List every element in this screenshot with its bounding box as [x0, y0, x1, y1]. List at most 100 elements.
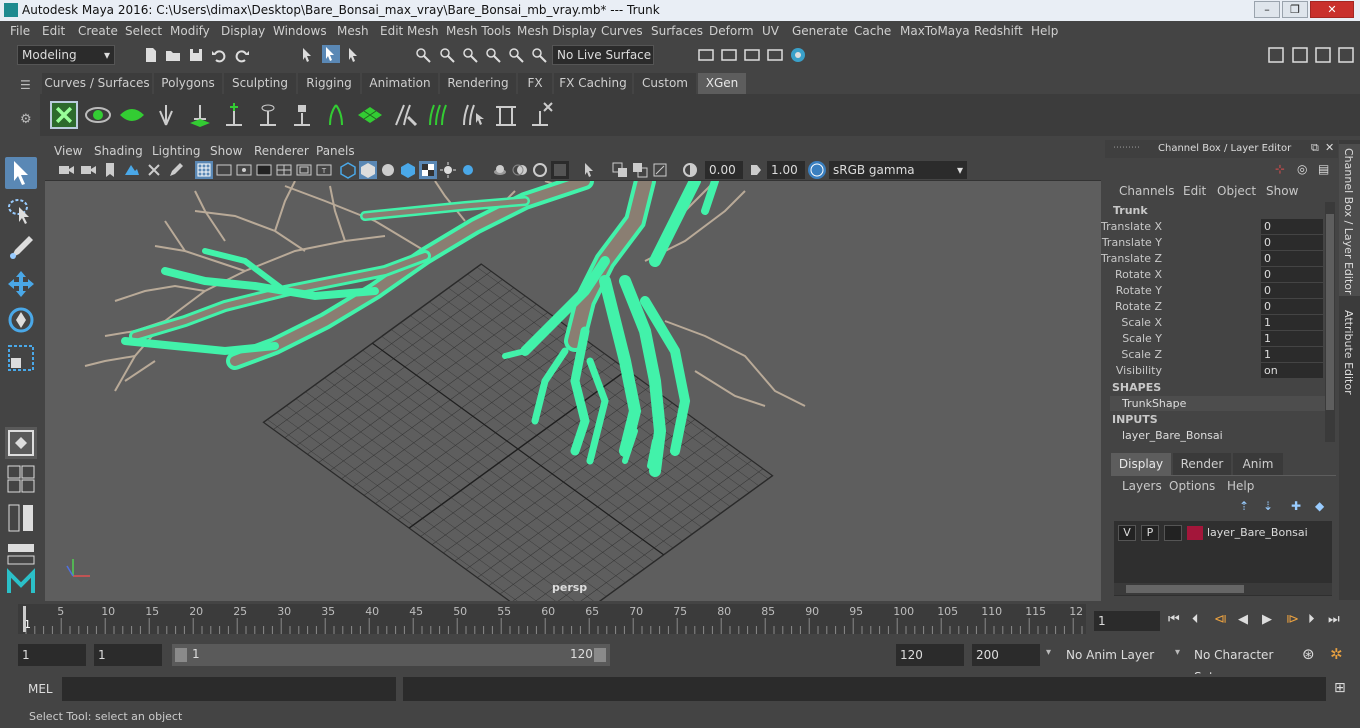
xgen-groom-tool-icon[interactable] [390, 101, 418, 129]
tool-settings-icon[interactable] [1314, 46, 1332, 64]
current-time-field[interactable]: 1 [1094, 611, 1160, 631]
modeling-toolkit-icon[interactable] [1267, 46, 1285, 64]
vp-menu-lighting[interactable]: Lighting [152, 144, 201, 158]
rotate-tool-icon[interactable] [5, 304, 37, 336]
menu-mesh-display[interactable]: Mesh Display [517, 24, 597, 38]
xgen-leaf-icon[interactable] [118, 101, 146, 129]
textured-icon[interactable] [419, 161, 437, 179]
menu-curves[interactable]: Curves [601, 24, 643, 38]
range-start-handle[interactable] [175, 648, 187, 662]
screen-space-ao-icon[interactable] [491, 161, 509, 179]
scale-tool-icon[interactable] [5, 342, 37, 374]
select-tool-icon[interactable] [5, 157, 37, 189]
character-set-select[interactable]: No Character Set [1190, 644, 1294, 684]
auto-key-icon[interactable]: ⊛ [1302, 645, 1315, 663]
play-backwards-icon[interactable]: ◀ [1238, 612, 1248, 627]
menu-maxtomaya[interactable]: MaxToMaya [900, 24, 970, 38]
film-gate-icon[interactable] [215, 161, 233, 179]
cb-edit-menu[interactable]: Edit [1183, 184, 1206, 198]
step-back-frame-icon[interactable]: ⏴ [1192, 612, 1199, 627]
save-scene-icon[interactable] [187, 46, 205, 64]
perspective-viewport[interactable]: persp [45, 181, 1101, 601]
maximize-button[interactable]: ❐ [1282, 1, 1308, 18]
go-to-end-icon[interactable]: ⏭ [1328, 612, 1340, 627]
default-material-icon[interactable] [379, 161, 397, 179]
shelf-tab-custom[interactable]: Custom [634, 73, 696, 94]
anti-aliasing-icon[interactable] [531, 161, 549, 179]
menu-modify[interactable]: Modify [170, 24, 210, 38]
layer-visibility-toggle[interactable]: V [1118, 525, 1136, 541]
attribute-editor-side-tab[interactable]: Attribute Editor [1339, 306, 1360, 396]
mode-selector[interactable]: Modeling ▾ [17, 45, 115, 65]
outliner-layout-icon[interactable] [5, 502, 37, 534]
xgen-guide-view-icon[interactable] [254, 101, 282, 129]
render-current-frame-icon[interactable] [720, 46, 738, 64]
vp-menu-renderer[interactable]: Renderer [254, 144, 309, 158]
move-layer-up-icon[interactable]: ⇡ [1239, 499, 1249, 513]
shelf-settings-icon[interactable]: ⚙ [20, 112, 34, 127]
shelf-tab-curves-surfaces[interactable]: Curves / Surfaces [42, 73, 152, 94]
range-end-handle[interactable] [594, 648, 606, 662]
minimize-button[interactable]: – [1254, 1, 1280, 18]
paint-select-tool-icon[interactable] [5, 232, 37, 264]
range-slider[interactable]: 1 120 [172, 644, 610, 666]
xgen-guides-curves-icon[interactable] [322, 101, 350, 129]
smooth-shade-icon[interactable] [359, 161, 377, 179]
float-panel-icon[interactable]: ⧉ [1311, 141, 1319, 155]
lasso-tool-icon[interactable] [5, 195, 37, 227]
layers-menu[interactable]: Layers [1122, 479, 1162, 493]
play-forwards-icon[interactable]: ▶ [1262, 612, 1272, 627]
exposure-field[interactable]: 0.00 [705, 161, 743, 179]
grease-pencil-icon[interactable] [167, 161, 185, 179]
xgen-guide-lock-icon[interactable] [288, 101, 316, 129]
hypershade-icon[interactable] [789, 46, 807, 64]
menu-mesh-tools[interactable]: Mesh Tools [446, 24, 511, 38]
channel-layout-icon[interactable]: ▤ [1318, 162, 1332, 176]
new-layer-icon[interactable]: ✚ [1291, 499, 1301, 513]
layer-list-hscrollbar[interactable] [1114, 583, 1332, 595]
xgen-sculpt-guides-icon[interactable] [424, 101, 452, 129]
layer-tab-render[interactable]: Render [1173, 453, 1231, 475]
vp-menu-panels[interactable]: Panels [316, 144, 355, 158]
menu-cache[interactable]: Cache [854, 24, 891, 38]
xgen-add-guide-icon[interactable] [152, 101, 180, 129]
shelf-tab-polygons[interactable]: Polygons [154, 73, 222, 94]
move-layer-down-icon[interactable]: ⇣ [1263, 499, 1273, 513]
channels-menu[interactable]: Channels [1119, 184, 1175, 198]
xray-icon[interactable] [611, 161, 629, 179]
menu-mesh[interactable]: Mesh [337, 24, 369, 38]
shelf-tab-rigging[interactable]: Rigging [298, 73, 360, 94]
shelf-tab-rendering[interactable]: Rendering [440, 73, 516, 94]
mel-label[interactable]: MEL [28, 682, 53, 696]
layer-display-type-toggle[interactable] [1164, 525, 1182, 541]
xgen-guide-rebuild-icon[interactable] [492, 101, 520, 129]
menu-edit-mesh[interactable]: Edit Mesh [380, 24, 439, 38]
animation-preferences-icon[interactable]: ✲ [1330, 645, 1343, 663]
menu-select[interactable]: Select [125, 24, 162, 38]
single-perspective-view-icon[interactable] [5, 427, 37, 459]
layer-tab-anim[interactable]: Anim [1233, 453, 1283, 475]
four-view-layout-icon[interactable] [5, 463, 37, 495]
xgen-preview-icon[interactable] [84, 101, 112, 129]
motion-blur-icon[interactable] [511, 161, 529, 179]
attr-value-field[interactable]: 0 [1261, 219, 1323, 234]
select-by-component-icon[interactable] [345, 46, 363, 64]
menu-edit[interactable]: Edit [42, 24, 65, 38]
snap-curve-icon[interactable] [438, 46, 456, 64]
playback-end-field[interactable]: 120 [896, 644, 964, 666]
step-back-key-icon[interactable]: ⧏ [1214, 612, 1227, 627]
attr-value-field[interactable]: 1 [1261, 347, 1323, 362]
wireframe-icon[interactable] [339, 161, 357, 179]
time-slider[interactable]: 5 10 15 20 25 30 35 40 45 50 55 60 65 70 75 80 85 90 95 100… [18, 604, 1086, 634]
menu-file[interactable]: File [10, 24, 30, 38]
attr-value-field[interactable]: 1 [1261, 315, 1323, 330]
menu-uv[interactable]: UV [762, 24, 779, 38]
render-settings-icon[interactable] [766, 46, 784, 64]
xgen-place-guides-icon[interactable] [186, 101, 214, 129]
settings-icon[interactable]: ◎ [1297, 162, 1311, 176]
undo-icon[interactable] [210, 46, 228, 64]
attr-value-field[interactable]: on [1261, 363, 1323, 378]
layer-tab-display[interactable]: Display [1111, 453, 1171, 475]
layer-options-menu[interactable]: Options [1169, 479, 1215, 493]
grid-toggle-icon[interactable] [195, 161, 213, 179]
